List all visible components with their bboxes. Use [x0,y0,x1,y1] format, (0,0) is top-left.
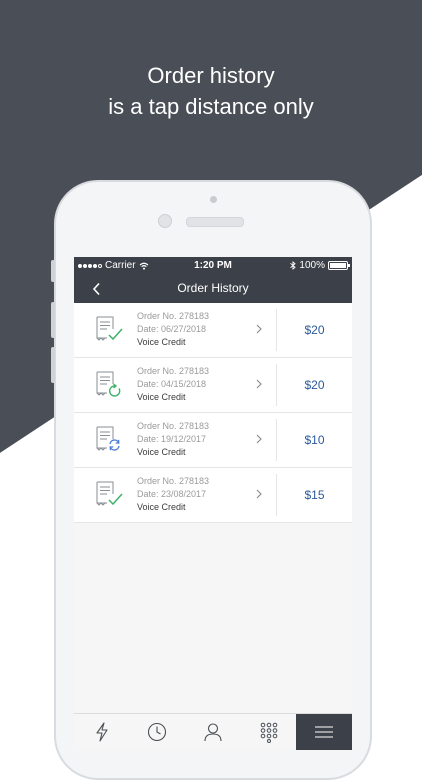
tab-history[interactable] [130,714,186,750]
bluetooth-icon [290,261,297,270]
lightning-icon [96,722,108,742]
order-type: Voice Credit [137,392,186,402]
order-amount: $10 [304,433,325,447]
order-number: Order No. 278183 [137,311,210,321]
battery-percent: 100% [299,260,325,271]
order-number: Order No. 278183 [137,476,210,486]
receipt-sync-icon [96,426,120,451]
nav-bar: Order History [74,274,352,303]
tab-bar [74,713,352,750]
headline: Order history is a tap distance only [0,60,422,122]
chevron-right-icon [256,379,262,389]
user-icon [204,723,222,742]
order-type: Voice Credit [137,502,186,512]
order-row[interactable]: Order No. 278183 Date: 04/15/2018 Voice … [74,358,352,413]
page-title: Order History [177,281,249,295]
phone-sensor [210,196,217,203]
order-details: Order No. 278183 Date: 06/27/2018 Voice … [137,310,209,349]
order-details: Order No. 278183 Date: 23/08/2017 Voice … [137,475,209,514]
order-date: Date: 19/12/2017 [137,434,207,444]
order-details: Order No. 278183 Date: 04/15/2018 Voice … [137,365,209,404]
order-row[interactable]: Order No. 278183 Date: 19/12/2017 Voice … [74,413,352,468]
headline-line-1: Order history [147,63,275,88]
tab-profile[interactable] [185,714,241,750]
order-type: Voice Credit [137,447,186,457]
app-screen: Carrier 1:20 PM 100% Order History Order… [74,257,352,750]
order-date: Date: 23/08/2017 [137,489,207,499]
tab-dialpad[interactable] [241,714,297,750]
tab-recharge[interactable] [74,714,130,750]
status-bar: Carrier 1:20 PM 100% [74,257,352,274]
receipt-check-icon [96,316,123,341]
order-amount: $20 [304,378,325,392]
order-amount: $15 [304,488,325,502]
chevron-right-icon [256,324,262,334]
receipt-check-icon [96,481,123,506]
phone-mute-switch [51,260,55,282]
order-number: Order No. 278183 [137,366,210,376]
order-date: Date: 06/27/2018 [137,324,207,334]
phone-camera [158,214,172,228]
headline-line-2: is a tap distance only [108,94,314,119]
chevron-right-icon [256,489,262,499]
clock-icon [148,722,167,742]
phone-earpiece [186,217,244,227]
dialpad-icon [260,722,277,743]
order-type: Voice Credit [137,337,186,347]
chevron-right-icon [256,434,262,444]
tab-menu[interactable] [296,714,352,750]
phone-volume-down [51,347,55,383]
order-date: Date: 04/15/2018 [137,379,207,389]
order-details: Order No. 278183 Date: 19/12/2017 Voice … [137,420,209,459]
order-row[interactable]: Order No. 278183 Date: 06/27/2018 Voice … [74,303,352,358]
order-row[interactable]: Order No. 278183 Date: 23/08/2017 Voice … [74,468,352,523]
menu-icon [315,726,334,738]
status-right: 100% [290,260,350,271]
order-number: Order No. 278183 [137,421,210,431]
order-list: Order No. 278183 Date: 06/27/2018 Voice … [74,303,352,523]
order-amount: $20 [304,323,325,337]
battery-icon [328,261,350,270]
receipt-refresh-icon [96,371,121,397]
phone-volume-up [51,302,55,338]
